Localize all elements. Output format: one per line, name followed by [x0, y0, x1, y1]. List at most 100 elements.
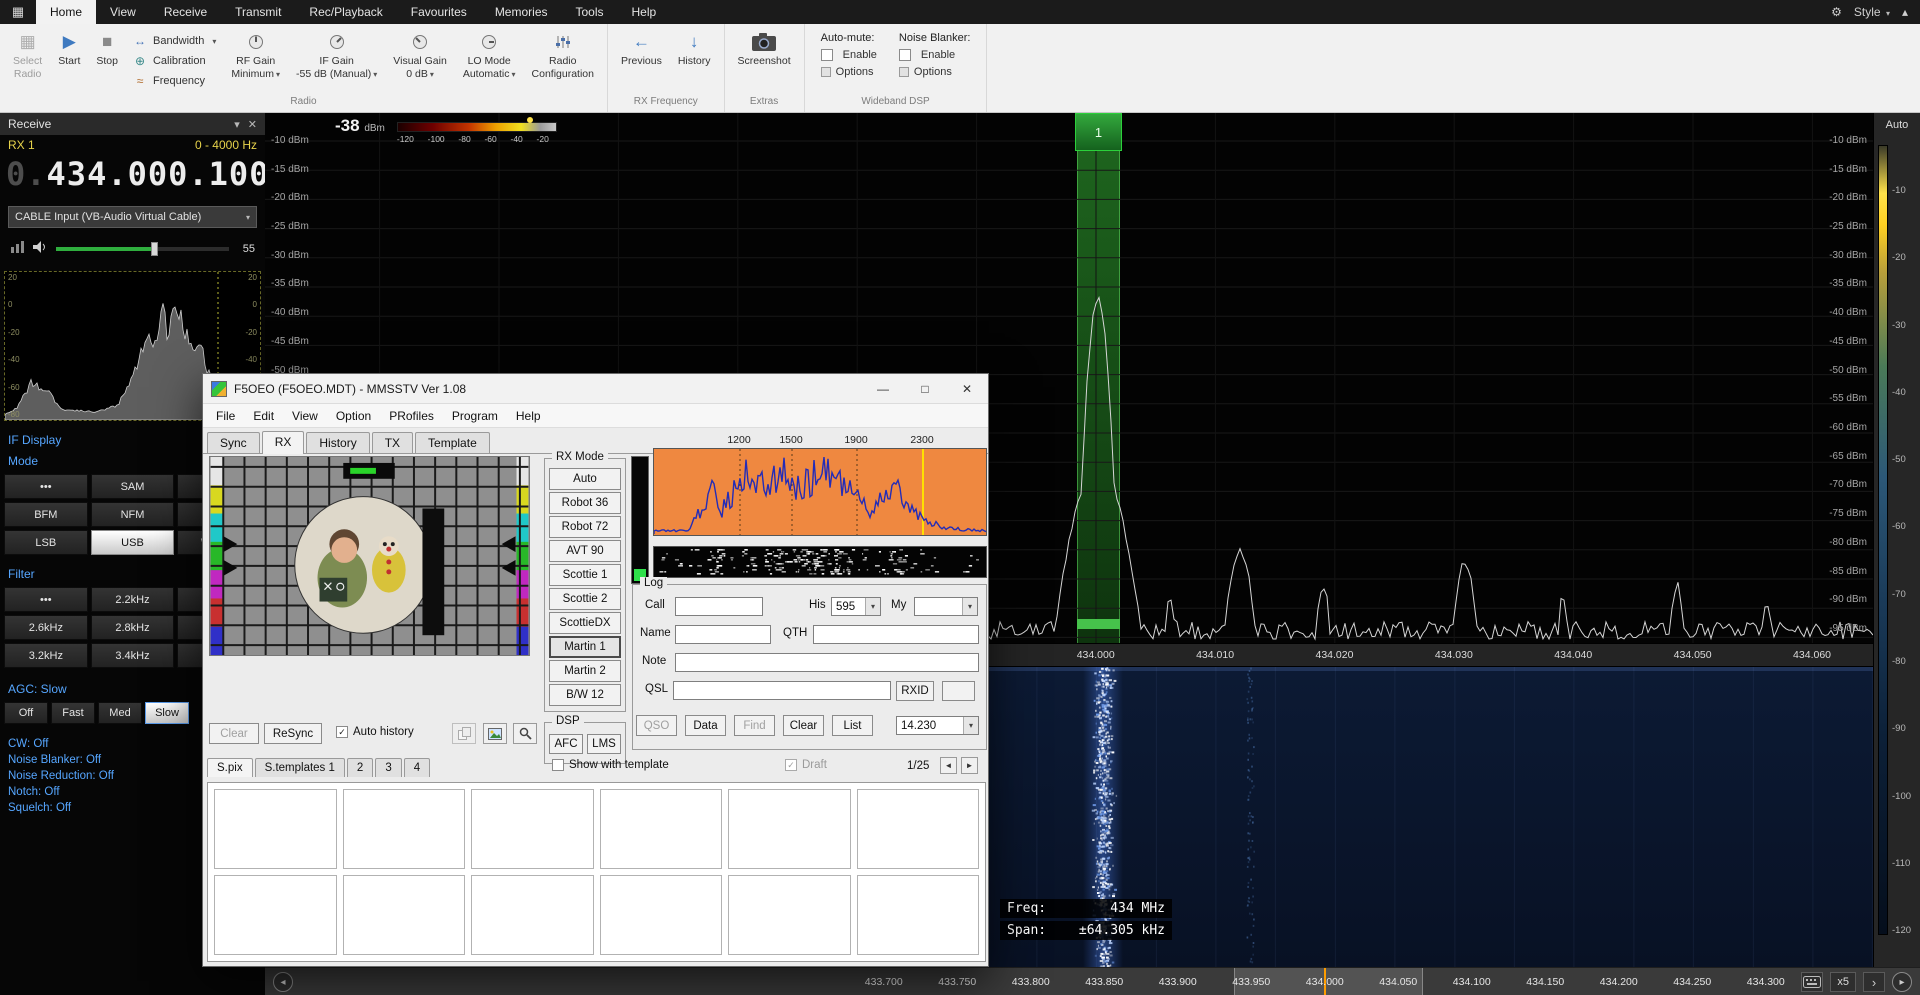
mmsstv-tab[interactable]: History [306, 432, 369, 453]
menu-tab[interactable]: Memories [481, 0, 562, 24]
app-menu-icon[interactable]: ▦ [0, 0, 36, 24]
rx-mode-button[interactable]: ScottieDX [549, 612, 621, 634]
frequency-button[interactable]: ≈Frequency [133, 74, 216, 88]
auto-mute-enable-checkbox[interactable] [821, 49, 833, 61]
template-thumbnail[interactable] [343, 789, 466, 869]
agc-button[interactable]: Off [4, 702, 48, 724]
clear-image-button[interactable]: Clear [209, 723, 259, 744]
maximize-icon[interactable]: □ [904, 374, 946, 403]
template-thumbnail[interactable] [728, 789, 851, 869]
close-icon[interactable]: ✕ [248, 118, 257, 131]
rxid-aux-button[interactable] [942, 681, 975, 701]
qth-input[interactable] [813, 625, 979, 644]
filter-button[interactable]: ••• [4, 587, 88, 612]
menu-tab[interactable]: Help [618, 0, 671, 24]
rx-mode-button[interactable]: Robot 36 [549, 492, 621, 514]
frequency-display[interactable]: 0.434.000.100 [0, 152, 265, 196]
show-with-template-checkbox[interactable]: Show with template [552, 759, 669, 771]
menu-tab[interactable]: Rec/Playback [295, 0, 396, 24]
receive-panel-header[interactable]: Receive ▾ ✕ [0, 113, 265, 135]
template-thumbnail[interactable] [728, 875, 851, 955]
rx-mode-button[interactable]: Martin 2 [549, 660, 621, 682]
magnifier-icon[interactable] [513, 723, 537, 744]
template-thumbnail[interactable] [343, 875, 466, 955]
previous-frequency-button[interactable]: ← Previous [614, 26, 669, 96]
mmsstv-menu-item[interactable]: PRofiles [380, 409, 443, 423]
start-button[interactable]: ▶ Start [51, 26, 87, 96]
agc-button[interactable]: Med [98, 702, 142, 724]
rx-mode-button[interactable]: Scottie 2 [549, 588, 621, 610]
afc-button[interactable]: AFC [549, 734, 583, 754]
select-radio-button[interactable]: ▦ SelectRadio [6, 26, 49, 96]
mmsstv-tab[interactable]: Template [415, 432, 490, 453]
mode-button[interactable]: NFM [91, 502, 175, 527]
menu-tab[interactable]: Favourites [397, 0, 481, 24]
mode-button[interactable]: USB [91, 530, 175, 555]
template-thumbnail[interactable] [857, 875, 980, 955]
calibration-button[interactable]: ⊕Calibration [133, 54, 216, 68]
if-gain-button[interactable]: IF Gain -55 dB (Manual)▾ [289, 26, 384, 96]
rx-mode-button[interactable]: Martin 1 [549, 636, 621, 658]
minimize-icon[interactable]: — [862, 374, 904, 403]
navigator-left-button[interactable]: ◂ [273, 972, 293, 992]
rx-mode-button[interactable]: Auto [549, 468, 621, 490]
log-button[interactable]: List [832, 715, 873, 736]
mmsstv-menu-item[interactable]: Option [327, 409, 380, 423]
draft-checkbox[interactable]: Draft [785, 759, 827, 771]
filter-button[interactable]: 2.2kHz [91, 587, 175, 612]
filter-button[interactable]: 3.4kHz [91, 643, 175, 668]
keyboard-icon[interactable] [1801, 972, 1823, 992]
picture-icon[interactable] [483, 723, 507, 744]
noise-blanker-enable-checkbox[interactable] [899, 49, 911, 61]
auto-mute-enable[interactable]: Enable [821, 49, 877, 61]
noise-blanker-options[interactable]: Options [899, 66, 971, 78]
bandwidth-dropdown[interactable]: ↔Bandwidth▾ [133, 34, 216, 48]
auto-mute-options[interactable]: Options [821, 66, 877, 78]
volume-slider-thumb[interactable] [151, 242, 158, 256]
rf-gain-button[interactable]: RF Gain Minimum▾ [224, 26, 287, 96]
agc-button[interactable]: Fast [51, 702, 95, 724]
rx-marker-1[interactable]: 1 [1075, 113, 1122, 151]
his-rst-combo[interactable]: 595▾ [831, 597, 881, 616]
menu-tab[interactable]: Tools [562, 0, 618, 24]
copy-icon[interactable] [452, 723, 476, 744]
auto-range-button[interactable]: Auto [1874, 113, 1920, 139]
template-thumbnail[interactable] [214, 789, 337, 869]
noise-blanker-enable[interactable]: Enable [899, 49, 971, 61]
mmsstv-tab[interactable]: Sync [207, 432, 260, 453]
filter-button[interactable]: 2.8kHz [91, 615, 175, 640]
note-input[interactable] [675, 653, 979, 672]
template-tab[interactable]: S.pix [207, 758, 253, 777]
agc-button[interactable]: Slow [145, 702, 189, 724]
screenshot-button[interactable]: Screenshot [731, 26, 798, 96]
frequency-navigator-bar[interactable]: 433.700433.750433.800433.850433.900433.9… [265, 967, 1920, 995]
menu-tab[interactable]: Home [36, 0, 96, 24]
chevron-down-icon[interactable]: ▾ [234, 118, 240, 131]
close-icon[interactable]: ✕ [946, 374, 988, 403]
template-thumbnail[interactable] [471, 875, 594, 955]
my-rst-combo[interactable]: ▾ [914, 597, 978, 616]
template-tab[interactable]: 4 [404, 758, 430, 777]
log-button[interactable]: Find [734, 715, 775, 736]
collapse-ribbon-icon[interactable]: ▴ [1902, 5, 1908, 19]
lms-button[interactable]: LMS [587, 734, 621, 754]
stop-button[interactable]: ■ Stop [89, 26, 125, 96]
log-button[interactable]: QSO [636, 715, 677, 736]
auto-history-checkbox[interactable]: Auto history [336, 726, 414, 738]
template-tab[interactable]: S.templates 1 [255, 758, 345, 777]
resync-button[interactable]: ReSync [264, 723, 322, 744]
mode-button[interactable]: LSB [4, 530, 88, 555]
audio-input-select[interactable]: CABLE Input (VB-Audio Virtual Cable)▾ [8, 206, 257, 228]
rxid-button[interactable]: RXID [896, 681, 934, 701]
template-thumbnail[interactable] [857, 789, 980, 869]
menu-tab[interactable]: Receive [150, 0, 221, 24]
template-thumbnail[interactable] [471, 789, 594, 869]
lo-mode-button[interactable]: LO Mode Automatic▾ [456, 26, 523, 96]
next-page-button[interactable]: ► [961, 757, 978, 774]
template-tab[interactable]: 2 [347, 758, 373, 777]
rx-mode-button[interactable]: Robot 72 [549, 516, 621, 538]
palette-gradient-bar[interactable] [1878, 145, 1888, 935]
volume-slider[interactable] [56, 247, 229, 251]
template-thumbnail[interactable] [600, 789, 723, 869]
prev-page-button[interactable]: ◄ [940, 757, 957, 774]
